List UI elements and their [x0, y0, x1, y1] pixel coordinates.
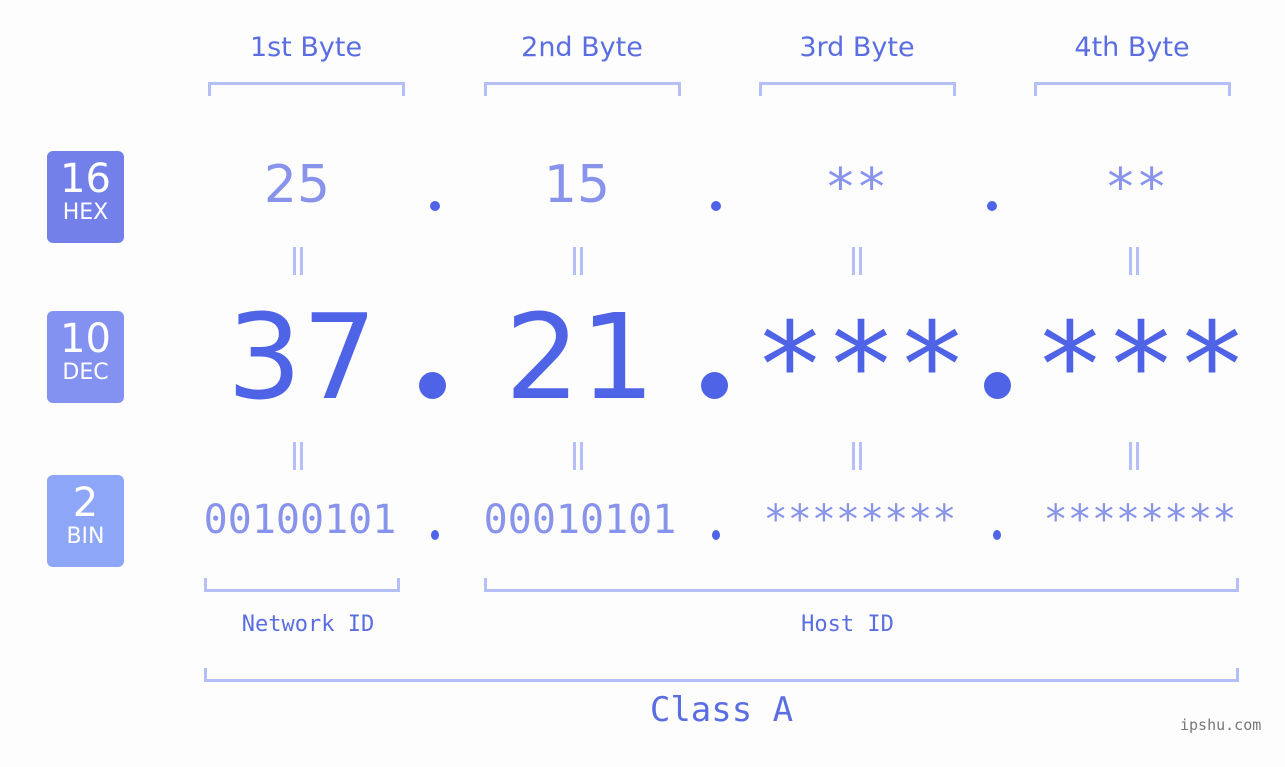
bin-value-3: ******** — [763, 497, 957, 543]
dec-badge-label: DEC — [62, 360, 109, 385]
hex-value-4: ** — [1104, 158, 1168, 218]
byte-header-4: 4th Byte — [1074, 32, 1190, 63]
class-label: Class A — [649, 690, 794, 730]
hex-separator-1 — [430, 201, 440, 211]
bin-separator-3 — [993, 530, 1001, 540]
host-id-label: Host ID — [801, 612, 894, 637]
bin-separator-2 — [712, 530, 720, 540]
network-id-label: Network ID — [241, 612, 375, 637]
dec-value-1: 37 — [226, 288, 378, 426]
equals-icon — [291, 247, 305, 275]
dec-separator-1 — [419, 372, 446, 399]
byte-bracket-1 — [208, 82, 405, 96]
bin-value-4: ******** — [1043, 497, 1237, 543]
bin-separator-1 — [431, 530, 439, 540]
bin-badge-number: 2 — [72, 480, 99, 526]
hex-badge-number: 16 — [60, 156, 111, 202]
byte-bracket-4 — [1034, 82, 1231, 96]
network-id-bracket — [204, 578, 400, 592]
byte-bracket-3 — [759, 82, 956, 96]
bin-value-1: 00100101 — [203, 497, 397, 543]
hex-value-3: ** — [824, 158, 888, 218]
equals-icon — [1127, 442, 1141, 470]
byte-header-3: 3rd Byte — [799, 32, 915, 63]
equals-icon — [571, 442, 585, 470]
equals-icon — [850, 442, 864, 470]
hex-separator-2 — [711, 201, 721, 211]
dec-value-4: *** — [1034, 296, 1248, 434]
dec-value-3: *** — [754, 296, 968, 434]
host-id-bracket — [484, 578, 1239, 592]
equals-icon — [571, 247, 585, 275]
byte-header-2: 2nd Byte — [521, 32, 643, 63]
hex-badge-label: HEX — [62, 200, 109, 225]
watermark: ipshu.com — [1180, 716, 1262, 734]
dec-badge: 10 DEC — [47, 311, 124, 403]
dec-separator-2 — [701, 372, 728, 399]
equals-icon — [850, 247, 864, 275]
dec-badge-number: 10 — [60, 316, 111, 362]
equals-icon — [291, 442, 305, 470]
dec-separator-3 — [984, 372, 1011, 399]
byte-bracket-2 — [484, 82, 681, 96]
hex-badge: 16 HEX — [47, 151, 124, 243]
bin-value-2: 00010101 — [483, 497, 677, 543]
equals-icon — [1127, 247, 1141, 275]
bin-badge-label: BIN — [66, 524, 105, 549]
hex-value-2: 15 — [543, 155, 611, 215]
dec-value-2: 21 — [504, 288, 656, 426]
bin-badge: 2 BIN — [47, 475, 124, 567]
hex-separator-3 — [987, 201, 997, 211]
byte-header-1: 1st Byte — [249, 32, 363, 63]
class-bracket — [204, 668, 1239, 682]
hex-value-1: 25 — [263, 155, 331, 215]
